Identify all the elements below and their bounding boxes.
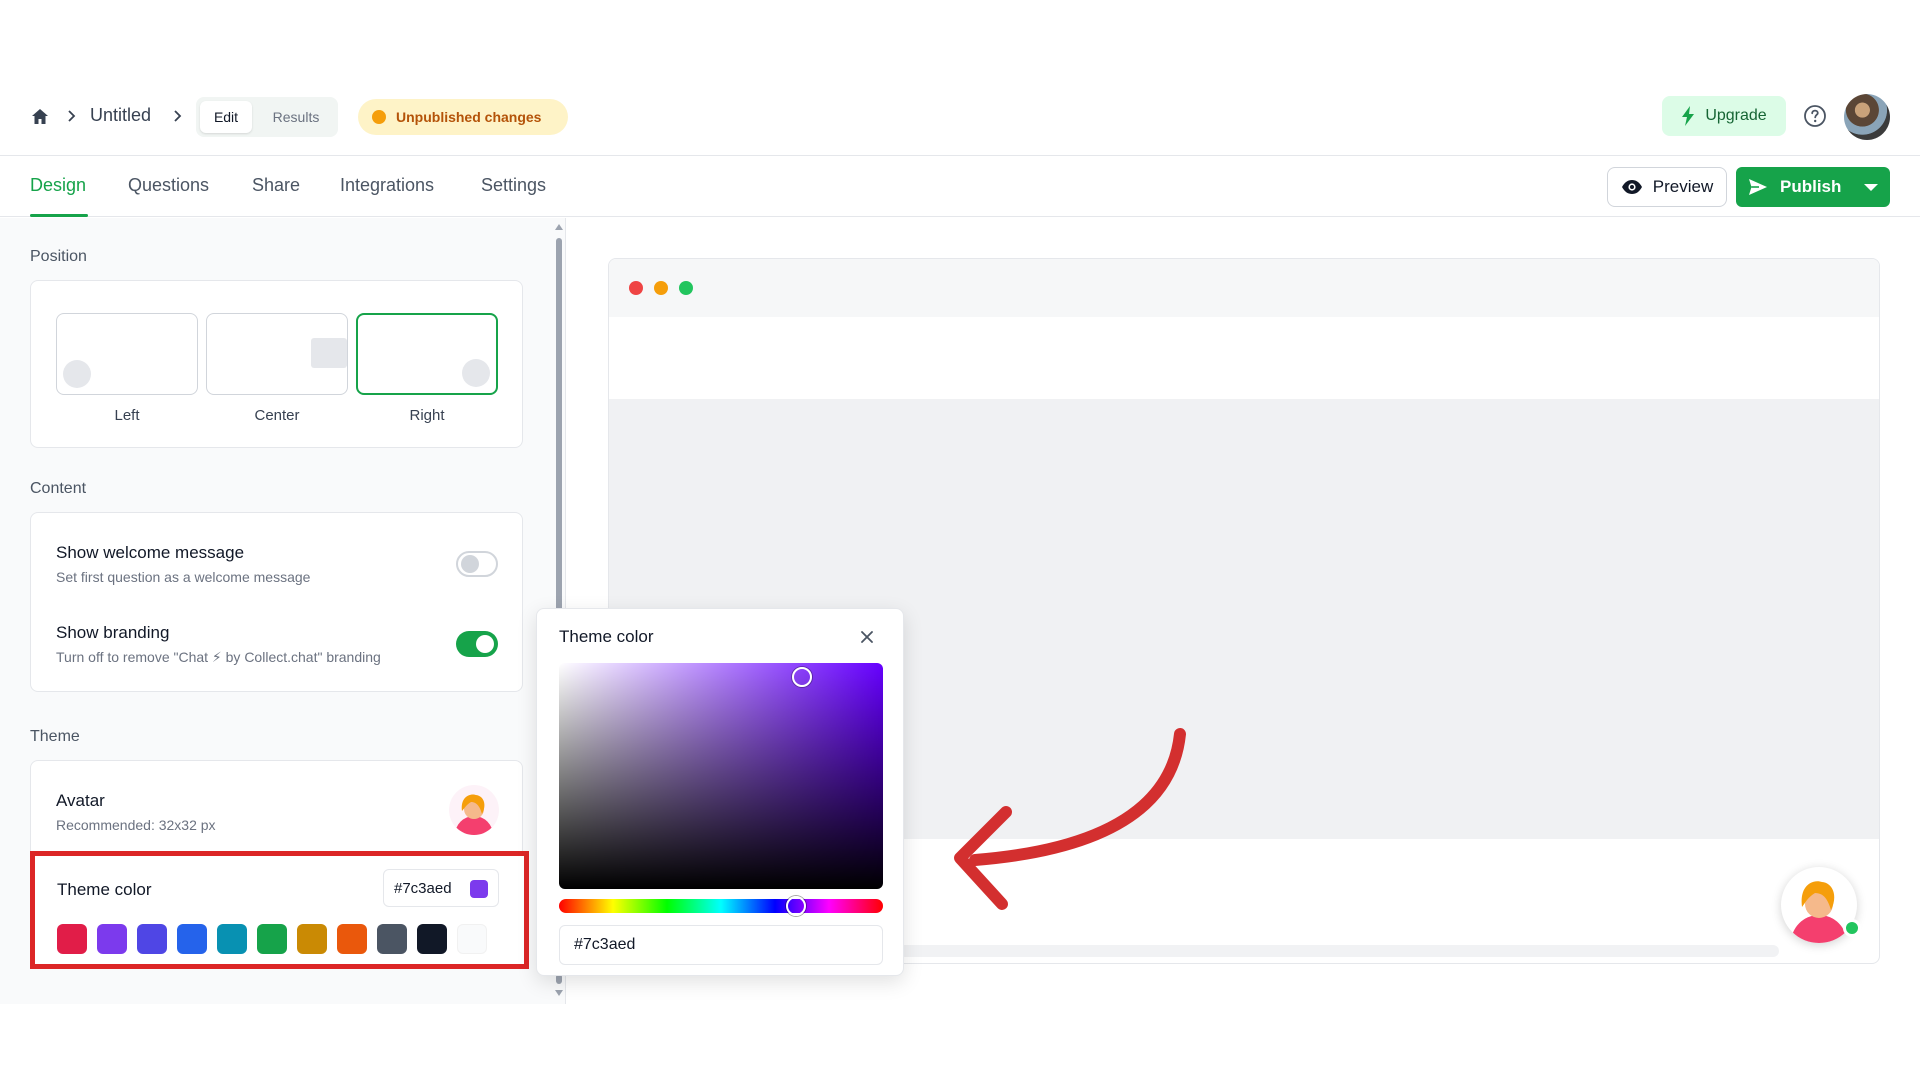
color-swatch[interactable]	[257, 924, 287, 954]
upgrade-label: Upgrade	[1705, 107, 1767, 124]
picker-title: Theme color	[559, 627, 654, 646]
toggle-knob	[461, 555, 479, 573]
design-panel: Position Left Center Right Content Show …	[0, 218, 566, 1004]
theme-color-value-chip[interactable]: #7c3aed	[383, 869, 499, 907]
position-card: Left Center Right	[30, 280, 523, 448]
home-icon[interactable]	[30, 107, 50, 127]
status-badge-label: Unpublished changes	[396, 109, 542, 125]
active-tab-indicator	[30, 214, 88, 217]
publish-label: Publish	[1780, 177, 1842, 196]
theme-color-title: Theme color	[57, 880, 152, 899]
chevron-right-icon	[174, 110, 182, 122]
position-left-dot	[63, 360, 91, 388]
preview-button[interactable]: Preview	[1607, 167, 1727, 207]
annotation-arrow-icon	[954, 728, 1186, 910]
tab-design[interactable]: Design	[30, 175, 86, 196]
chevron-right-icon	[68, 110, 76, 122]
color-picker-popover: Theme color	[536, 608, 904, 976]
chevron-down-icon[interactable]	[1864, 184, 1878, 191]
status-badge: Unpublished changes	[358, 99, 568, 135]
position-left-option[interactable]	[56, 313, 198, 395]
edit-results-toggle: Edit Results	[196, 97, 338, 137]
avatar-card: Avatar Recommended: 32x32 px	[30, 760, 523, 856]
lightning-icon	[1682, 106, 1695, 126]
tab-share[interactable]: Share	[252, 175, 300, 196]
scrollbar-thumb[interactable]	[556, 238, 562, 618]
hue-slider[interactable]	[559, 896, 883, 916]
position-right-label: Right	[409, 407, 445, 424]
saturation-brightness-area[interactable]	[559, 663, 883, 889]
status-dot	[372, 110, 386, 124]
color-swatch-row	[57, 924, 487, 954]
color-swatch[interactable]	[177, 924, 207, 954]
hue-slider-thumb[interactable]	[785, 896, 806, 916]
color-swatch[interactable]	[337, 924, 367, 954]
position-right-option[interactable]	[356, 313, 498, 395]
welcome-title: Show welcome message	[56, 543, 245, 562]
edit-tab[interactable]: Edit	[200, 101, 252, 133]
scroll-up-arrow[interactable]	[555, 224, 563, 230]
close-icon[interactable]	[857, 627, 877, 647]
position-right-dot	[462, 359, 490, 387]
help-icon[interactable]	[1803, 104, 1827, 128]
theme-section-label: Theme	[30, 728, 80, 745]
position-center-option[interactable]	[206, 313, 348, 395]
color-swatch[interactable]	[137, 924, 167, 954]
minimize-dot	[654, 281, 668, 295]
bot-avatar-thumbnail[interactable]	[449, 785, 499, 835]
theme-color-highlight: Theme color #7c3aed	[30, 851, 529, 969]
send-icon	[1749, 179, 1767, 195]
close-dot	[629, 281, 643, 295]
top-bar: Untitled Edit Results Unpublished change…	[0, 94, 1920, 156]
position-center-label: Center	[254, 407, 300, 424]
position-center-shape	[311, 338, 347, 368]
content-section-label: Content	[30, 480, 87, 497]
color-swatch[interactable]	[377, 924, 407, 954]
tab-questions[interactable]: Questions	[128, 175, 209, 196]
color-swatch[interactable]	[297, 924, 327, 954]
branding-subtitle: Turn off to remove "Chat ⚡ by Collect.ch…	[56, 649, 381, 665]
theme-color-hex: #7c3aed	[394, 880, 452, 897]
color-swatch[interactable]	[97, 924, 127, 954]
color-swatch[interactable]	[457, 924, 487, 954]
welcome-toggle[interactable]	[456, 551, 498, 577]
branding-title: Show branding	[56, 623, 170, 642]
tab-settings[interactable]: Settings	[481, 175, 546, 196]
main-tabs: Design Questions Share Integrations Sett…	[0, 157, 1920, 217]
scroll-down-arrow[interactable]	[555, 990, 563, 996]
user-avatar[interactable]	[1844, 94, 1890, 140]
color-swatch[interactable]	[217, 924, 247, 954]
position-left-label: Left	[114, 407, 140, 424]
breadcrumb-title[interactable]: Untitled	[90, 105, 151, 126]
avatar-subtitle: Recommended: 32x32 px	[56, 817, 216, 833]
color-swatch[interactable]	[57, 924, 87, 954]
results-tab[interactable]: Results	[260, 101, 332, 133]
position-section-label: Position	[30, 248, 87, 265]
publish-main[interactable]: Publish	[1748, 167, 1841, 207]
maximize-dot	[679, 281, 693, 295]
welcome-subtitle: Set first question as a welcome message	[56, 569, 311, 585]
online-indicator	[1843, 919, 1861, 937]
publish-button[interactable]: Publish	[1736, 167, 1890, 207]
avatar-title: Avatar	[56, 791, 105, 810]
color-swatch[interactable]	[417, 924, 447, 954]
branding-toggle[interactable]	[456, 631, 498, 657]
saturation-cursor[interactable]	[792, 666, 812, 687]
browser-titlebar	[609, 259, 1879, 317]
preview-placeholder-bar	[899, 945, 1779, 957]
eye-icon	[1621, 180, 1642, 194]
theme-color-preview-swatch	[470, 880, 488, 898]
preview-label: Preview	[1652, 177, 1714, 196]
upgrade-button[interactable]: Upgrade	[1662, 96, 1786, 136]
content-card: Show welcome message Set first question …	[30, 512, 523, 692]
toggle-knob	[476, 635, 494, 653]
hex-color-input[interactable]	[559, 925, 883, 965]
tab-integrations[interactable]: Integrations	[340, 175, 434, 196]
